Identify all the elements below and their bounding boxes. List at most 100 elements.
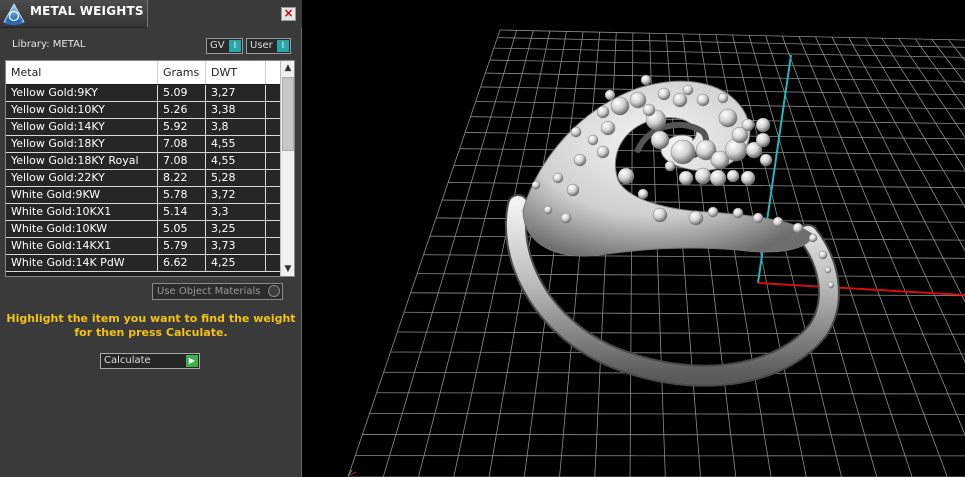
- gv-toggle-label: GV: [210, 40, 225, 51]
- user-toggle-label: User: [250, 40, 273, 51]
- metal-cell: Yellow Gold:10KY: [6, 102, 158, 118]
- gv-toggle[interactable]: GV I: [206, 38, 243, 54]
- gem-bead: [678, 170, 694, 186]
- table-row[interactable]: Yellow Gold:22KY 8.22 5,28: [6, 170, 280, 187]
- table-row[interactable]: White Gold:14KX1 5.79 3,73: [6, 238, 280, 255]
- gem-bead: [709, 169, 727, 187]
- table-row[interactable]: Yellow Gold:9KY 5.09 3,27: [6, 85, 280, 102]
- metal-cell: Yellow Gold:18KY Royal: [6, 153, 158, 169]
- gem-bead: [827, 281, 835, 289]
- panel-titlebar: METAL WEIGHTS ×: [0, 0, 302, 28]
- scroll-down-icon[interactable]: ▼: [281, 262, 294, 276]
- gem-bead: [696, 93, 710, 107]
- table-row[interactable]: Yellow Gold:10KY 5.26 3,38: [6, 102, 280, 119]
- grams-cell: 7.08: [158, 153, 206, 169]
- table-row[interactable]: Yellow Gold:18KY 7.08 4,55: [6, 136, 280, 153]
- gem-bead: [637, 188, 649, 200]
- gem-bead: [740, 170, 756, 186]
- gem-bead: [642, 103, 656, 117]
- table-row[interactable]: Yellow Gold:18KY Royal 7.08 4,55: [6, 153, 280, 170]
- gem-bead: [808, 233, 818, 243]
- gem-bead: [596, 105, 610, 119]
- dwt-cell: 5,28: [206, 170, 266, 186]
- dwt-cell: 3,27: [206, 85, 266, 101]
- table-row[interactable]: White Gold:14K PdW 6.62 4,25: [6, 255, 280, 272]
- metal-cell: Yellow Gold:18KY: [6, 136, 158, 152]
- gem-bead: [629, 91, 647, 109]
- grid-line: [493, 47, 965, 58]
- toggle-knob-icon: I: [277, 40, 289, 52]
- gem-bead: [587, 134, 599, 146]
- gem-bead: [824, 266, 832, 274]
- metal-cell: Yellow Gold:22KY: [6, 170, 158, 186]
- gem-bead: [682, 84, 694, 96]
- panel-title-tab[interactable]: METAL WEIGHTS: [0, 0, 148, 28]
- gem-bead: [694, 167, 712, 185]
- instruction-line-2: for then press Calculate.: [74, 326, 228, 339]
- toggle-knob-icon: I: [229, 40, 241, 52]
- library-label: Library: METAL: [12, 39, 86, 50]
- metal-cell: White Gold:10KX1: [6, 204, 158, 220]
- gem-bead: [617, 167, 635, 185]
- gem-bead: [531, 180, 541, 190]
- gem-bead: [672, 92, 688, 108]
- instruction-text: Highlight the item you want to find the …: [6, 312, 296, 340]
- dwt-cell: 4,55: [206, 136, 266, 152]
- gem-bead: [552, 172, 564, 184]
- table-row[interactable]: White Gold:10KW 5.05 3,25: [6, 221, 280, 238]
- gem-bead: [664, 160, 676, 172]
- gem-bead: [755, 132, 771, 148]
- grid-line: [347, 29, 501, 477]
- gem-bead: [688, 210, 704, 226]
- play-icon: ▶: [186, 355, 198, 367]
- gem-bead: [718, 108, 738, 128]
- 3d-viewport[interactable]: [308, 0, 965, 477]
- dwt-cell: 4,25: [206, 255, 266, 271]
- grams-cell: 8.22: [158, 170, 206, 186]
- dwt-cell: 3,73: [206, 238, 266, 254]
- grid-line: [448, 182, 965, 189]
- metal-cell: White Gold:14KX1: [6, 238, 158, 254]
- grid-line: [410, 292, 965, 297]
- grid-line: [382, 30, 517, 477]
- gem-bead: [596, 145, 610, 159]
- scroll-thumb[interactable]: [282, 77, 294, 151]
- gem-bead: [772, 216, 784, 228]
- table-row[interactable]: White Gold:9KW 5.78 3,72: [6, 187, 280, 204]
- grid-line: [831, 36, 965, 303]
- grid-line: [390, 351, 965, 355]
- table-row[interactable]: White Gold:10KX1 5.14 3,3: [6, 204, 280, 221]
- table-row[interactable]: Yellow Gold:14KY 5.92 3,8: [6, 119, 280, 136]
- use-object-materials-label: Use Object Materials: [157, 286, 261, 297]
- grams-cell: 5.92: [158, 119, 206, 135]
- gem-bead: [560, 212, 572, 224]
- gem-bead: [717, 92, 729, 104]
- close-icon[interactable]: ×: [281, 7, 296, 21]
- gem-bead: [652, 207, 668, 223]
- dwt-cell: 3,38: [206, 102, 266, 118]
- gem-bead: [600, 120, 616, 136]
- gem-bead: [818, 250, 828, 260]
- gem-bead: [570, 126, 582, 138]
- gem-bead: [759, 153, 773, 167]
- grams-cell: 5.05: [158, 221, 206, 237]
- metal-cell: White Gold:14K PdW: [6, 255, 158, 271]
- table-scrollbar[interactable]: ▲ ▼: [280, 61, 294, 276]
- panel-title: METAL WEIGHTS: [30, 4, 144, 18]
- grams-cell: 5.14: [158, 204, 206, 220]
- user-toggle[interactable]: User I: [246, 38, 291, 54]
- dwt-cell: 4,55: [206, 153, 266, 169]
- viewport-scene[interactable]: [308, 0, 965, 477]
- gem-bead: [573, 153, 587, 167]
- gem-bead: [726, 169, 740, 183]
- column-header-grams[interactable]: Grams: [158, 61, 206, 84]
- scroll-up-icon[interactable]: ▲: [281, 61, 294, 75]
- metal-cell: Yellow Gold:9KY: [6, 85, 158, 101]
- column-header-dwt[interactable]: DWT: [206, 61, 266, 84]
- column-header-metal[interactable]: Metal: [6, 61, 158, 84]
- metal-table: Metal Grams DWT Yellow Gold:9KY 5.09 3,27 …: [5, 60, 295, 277]
- use-object-materials-toggle[interactable]: Use Object Materials: [152, 283, 283, 300]
- calculate-button[interactable]: Calculate ▶: [100, 353, 200, 369]
- instruction-line-1: Highlight the item you want to find the …: [6, 312, 296, 325]
- table-body: Yellow Gold:9KY 5.09 3,27 Yellow Gold:10KY…: [6, 85, 280, 272]
